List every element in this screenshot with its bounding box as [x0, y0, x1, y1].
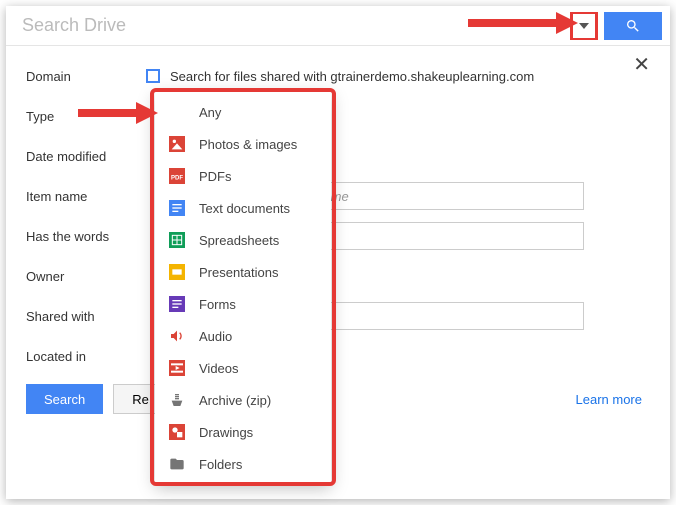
- type-option-presentations[interactable]: Presentations: [155, 256, 331, 288]
- search-options-dropdown-button[interactable]: [573, 14, 595, 38]
- draw-icon: [169, 424, 185, 440]
- sheet-icon: [169, 232, 185, 248]
- shared-with-row: Shared with: [26, 296, 650, 336]
- button-row: Search Re Learn more: [26, 384, 650, 414]
- svg-text:PDF: PDF: [171, 175, 183, 181]
- located-in-row: Located in: [26, 336, 650, 376]
- close-icon[interactable]: ✕: [633, 52, 650, 77]
- pdf-icon: PDF: [169, 168, 185, 184]
- highlight-dropdown-btn: [570, 12, 598, 40]
- type-dropdown-menu: Any Photos & images PDF PDFs Text documents S…: [155, 92, 331, 484]
- shared-with-label: Shared with: [26, 309, 146, 324]
- type-option-audio[interactable]: Audio: [155, 320, 331, 352]
- search-button[interactable]: [604, 12, 662, 40]
- type-option-text-documents[interactable]: Text documents: [155, 192, 331, 224]
- type-option-photos-images[interactable]: Photos & images: [155, 128, 331, 160]
- type-option-label: PDFs: [199, 169, 232, 184]
- form-icon: [169, 296, 185, 312]
- type-option-folders[interactable]: Folders: [155, 448, 331, 480]
- advanced-search-panel: ✕ Domain Search for files shared with gt…: [6, 46, 670, 428]
- type-option-label: Videos: [199, 361, 239, 376]
- video-icon: [169, 360, 185, 376]
- type-option-forms[interactable]: Forms: [155, 288, 331, 320]
- type-option-label: Presentations: [199, 265, 279, 280]
- type-option-archive-zip-[interactable]: Archive (zip): [155, 384, 331, 416]
- type-option-label: Archive (zip): [199, 393, 271, 408]
- type-option-label: Any: [199, 105, 221, 120]
- type-option-spreadsheets[interactable]: Spreadsheets: [155, 224, 331, 256]
- type-row: Type: [26, 96, 650, 136]
- type-option-label: Drawings: [199, 425, 253, 440]
- window: ✕ Domain Search for files shared with gt…: [6, 6, 670, 499]
- type-option-label: Photos & images: [199, 137, 297, 152]
- folder-icon: [169, 456, 185, 472]
- has-words-label: Has the words: [26, 229, 146, 244]
- slide-icon: [169, 264, 185, 280]
- audio-icon: [169, 328, 185, 344]
- type-option-videos[interactable]: Videos: [155, 352, 331, 384]
- domain-checkbox[interactable]: [146, 69, 160, 83]
- located-in-label: Located in: [26, 349, 146, 364]
- learn-more-link[interactable]: Learn more: [576, 392, 642, 407]
- item-name-row: Item name: [26, 176, 650, 216]
- domain-row: Domain Search for files shared with gtra…: [26, 56, 650, 96]
- owner-label: Owner: [26, 269, 146, 284]
- type-option-pdfs[interactable]: PDF PDFs: [155, 160, 331, 192]
- date-modified-row: Date modified: [26, 136, 650, 176]
- zip-icon: [169, 392, 185, 408]
- has-words-row: Has the words: [26, 216, 650, 256]
- type-label: Type: [26, 109, 146, 124]
- type-option-label: Spreadsheets: [199, 233, 279, 248]
- type-option-drawings[interactable]: Drawings: [155, 416, 331, 448]
- search-bar: [6, 6, 670, 46]
- search-input[interactable]: [22, 15, 570, 36]
- type-option-label: Forms: [199, 297, 236, 312]
- blank-icon: [169, 104, 185, 120]
- domain-checkbox-text: Search for files shared with gtrainerdem…: [170, 69, 534, 84]
- item-name-label: Item name: [26, 189, 146, 204]
- type-option-label: Text documents: [199, 201, 290, 216]
- type-option-any[interactable]: Any: [155, 96, 331, 128]
- owner-row: Owner: [26, 256, 650, 296]
- photo-icon: [169, 136, 185, 152]
- doc-icon: [169, 200, 185, 216]
- type-option-label: Folders: [199, 457, 242, 472]
- search-submit-button[interactable]: Search: [26, 384, 103, 414]
- date-modified-label: Date modified: [26, 149, 146, 164]
- domain-label: Domain: [26, 69, 146, 84]
- type-option-label: Audio: [199, 329, 232, 344]
